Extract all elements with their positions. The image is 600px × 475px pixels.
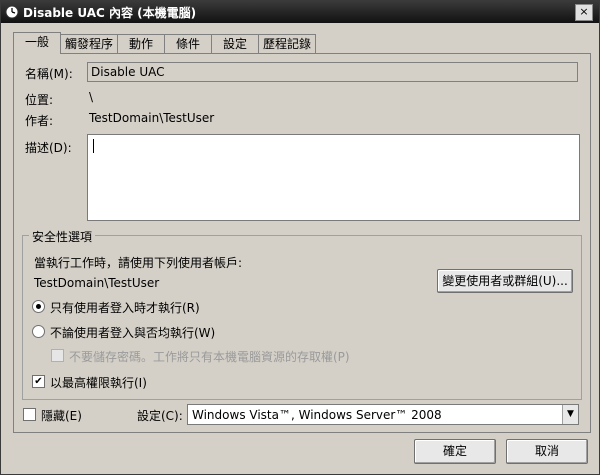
tab-actions[interactable]: 動作 [117,34,165,53]
configure-select[interactable]: Windows Vista™, Windows Server™ 2008 ▼ [187,404,579,425]
highest-privileges-checkbox[interactable]: ✔ [32,375,45,388]
general-tab-panel: 名稱(M): Disable UAC 位置: \ 作者: TestDomain\… [13,53,591,433]
radio-logged-on[interactable] [32,300,45,313]
title-bar: Disable UAC 內容 (本機電腦) × [1,1,599,23]
tab-triggers[interactable]: 觸發程序 [60,34,118,53]
ok-button[interactable]: 確定 [414,439,496,464]
tab-settings[interactable]: 設定 [211,34,259,53]
window-title: Disable UAC 內容 (本機電腦) [23,6,197,20]
security-options-group: 安全性選項 當執行工作時，請使用下列使用者帳戶: TestDomain\Test… [22,228,582,400]
radio-any-label: 不論使用者登入與否均執行(W) [50,326,216,340]
account-value: TestDomain\TestUser [34,276,160,290]
configure-value: Windows Vista™, Windows Server™ 2008 [192,408,442,422]
tab-history[interactable]: 歷程記錄 [258,34,316,53]
hidden-checkbox[interactable] [23,408,36,421]
security-group-title: 安全性選項 [29,228,96,245]
location-label: 位置: [25,93,54,107]
location-value: \ [89,90,94,104]
radio-selected-dot [36,304,41,309]
run-as-prompt: 當執行工作時，請使用下列使用者帳戶: [34,256,243,270]
configure-label: 設定(C): [137,409,183,423]
radio-any[interactable] [32,325,45,338]
name-label: 名稱(M): [25,67,73,81]
chevron-down-icon[interactable]: ▼ [562,405,578,424]
no-store-password-checkbox[interactable] [51,349,64,362]
change-user-button[interactable]: 變更使用者或群組(U)... [437,269,573,293]
description-label: 描述(D): [25,141,72,155]
author-label: 作者: [25,114,54,128]
tab-conditions[interactable]: 條件 [164,34,212,53]
cancel-button[interactable]: 取消 [506,439,588,464]
description-textarea[interactable] [87,134,580,221]
task-clock-icon [5,5,19,19]
close-button[interactable]: × [575,4,593,21]
name-field[interactable]: Disable UAC [87,62,578,82]
tab-general[interactable]: 一般 [13,32,61,54]
radio-logged-on-label: 只有使用者登入時才執行(R) [50,301,200,315]
hidden-label: 隱藏(E) [41,409,82,423]
highest-privileges-label: 以最高權限執行(I) [50,376,147,390]
properties-dialog: Disable UAC 內容 (本機電腦) × 一般 觸發程序 動作 條件 設定… [0,0,600,475]
no-store-password-label: 不要儲存密碼。工作將只有本機電腦資源的存取權(P) [69,350,350,364]
author-value: TestDomain\TestUser [89,111,215,125]
text-caret [93,139,94,153]
